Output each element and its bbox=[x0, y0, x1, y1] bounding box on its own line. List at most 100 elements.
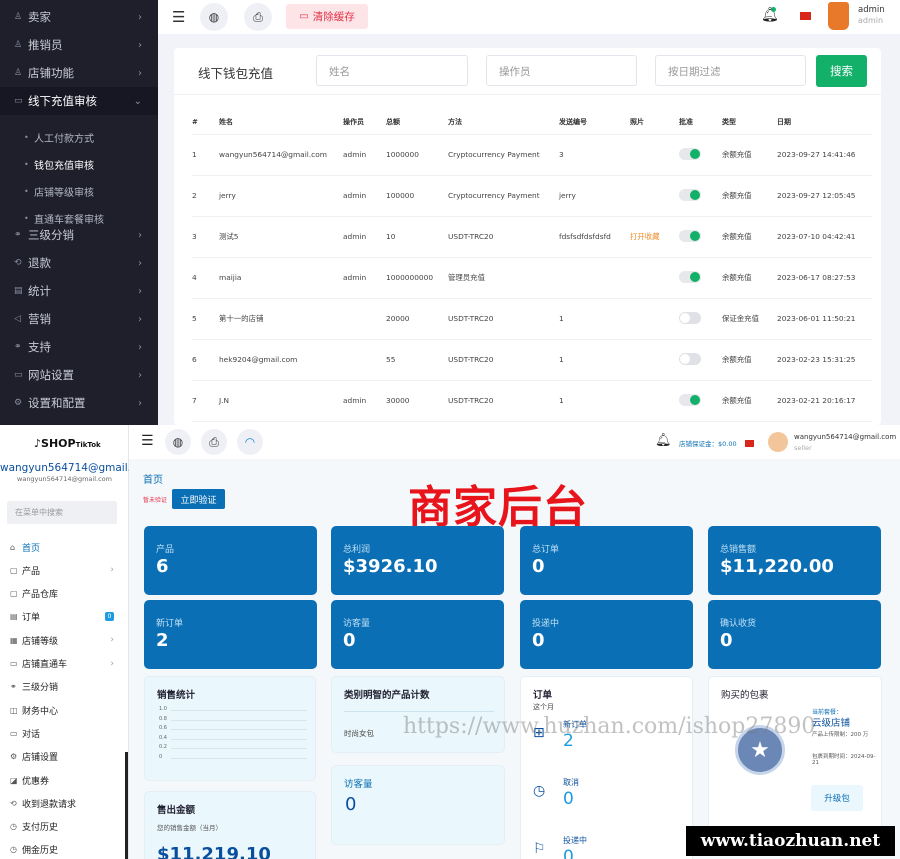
column-header: 日期 bbox=[777, 110, 872, 135]
globe-icon[interactable]: ◍ bbox=[200, 3, 228, 31]
approve-toggle[interactable] bbox=[679, 393, 701, 406]
orders-sub: 这个月 bbox=[533, 703, 554, 711]
printer-icon[interactable]: ⎙ bbox=[201, 429, 227, 455]
merchant-sidebar-item[interactable]: ▢ 产品 › bbox=[0, 559, 128, 581]
bell-icon[interactable]: 🔔︎ bbox=[655, 433, 672, 448]
approve-toggle[interactable] bbox=[679, 229, 701, 242]
printer-icon[interactable]: ⎙ bbox=[244, 3, 272, 31]
merchant-sidebar-item[interactable]: ▭ 店铺直通车 › bbox=[0, 653, 128, 675]
trash-icon: ▭ bbox=[299, 11, 309, 22]
admin-sidebar-item[interactable]: ⚭ 支持 › bbox=[0, 333, 158, 361]
cell-sid: 1 bbox=[559, 380, 630, 422]
cell-sid bbox=[559, 257, 630, 299]
history-icon: ◷ bbox=[10, 822, 17, 832]
breadcrumb[interactable]: 首页 bbox=[143, 471, 163, 486]
cell-type: 保证金充值 bbox=[722, 298, 777, 340]
merchant-panel-screenshot: ♪SHOPTikTok wangyun564714@gmail.c wangyu… bbox=[0, 425, 900, 859]
cell-photo[interactable]: 打开收藏 bbox=[630, 216, 679, 258]
merchant-sidebar-item[interactable]: ▦ 店铺等级 › bbox=[0, 629, 128, 651]
cell-method: Cryptocurrency Payment bbox=[448, 175, 559, 217]
merchant-sidebar-item[interactable]: ▤ 订单 0 bbox=[0, 606, 128, 628]
admin-subitem-label: 直通车套餐审核 bbox=[34, 214, 104, 226]
admin-avatar[interactable] bbox=[828, 2, 849, 30]
admin-sidebar-item[interactable]: ♙ 店铺功能 › bbox=[0, 59, 158, 87]
sidebar-scrollbar[interactable] bbox=[125, 752, 128, 859]
approve-toggle[interactable] bbox=[679, 147, 701, 160]
kpi-value: $3926.10 bbox=[343, 556, 438, 577]
cell-photo[interactable] bbox=[630, 298, 679, 340]
approve-toggle[interactable] bbox=[679, 270, 701, 283]
search-button[interactable]: 搜索 bbox=[816, 55, 867, 87]
merchant-avatar[interactable] bbox=[768, 432, 788, 452]
cell-photo[interactable] bbox=[630, 175, 679, 217]
admin-sidebar-label: 统计 bbox=[28, 284, 51, 298]
cell-sid: 3 bbox=[559, 134, 630, 176]
globe-icon[interactable]: ◍ bbox=[165, 429, 191, 455]
admin-sidebar-item[interactable]: ▤ 统计 › bbox=[0, 277, 158, 305]
date-filter-input[interactable]: 按日期过滤 bbox=[655, 55, 806, 86]
cell-photo[interactable] bbox=[630, 134, 679, 176]
approve-toggle[interactable] bbox=[679, 188, 701, 201]
cell-amt: 55 bbox=[386, 339, 448, 381]
chart-tick-label: 0.4 bbox=[159, 734, 167, 741]
admin-sidebar-subitem[interactable]: • 直通车套餐审核 bbox=[0, 205, 158, 231]
kpi-value: 2 bbox=[156, 630, 169, 651]
approve-toggle[interactable] bbox=[679, 352, 701, 365]
cell-on bbox=[679, 175, 722, 217]
cell-photo[interactable] bbox=[630, 380, 679, 422]
cell-amt: 20000 bbox=[386, 298, 448, 340]
hamburger-icon[interactable]: ☰ bbox=[141, 433, 154, 449]
cell-photo[interactable] bbox=[630, 257, 679, 299]
column-header: 总额 bbox=[386, 110, 448, 135]
column-header: 方法 bbox=[448, 110, 559, 135]
verify-now-button[interactable]: 立即验证 bbox=[172, 489, 225, 509]
merchant-sidebar-item[interactable]: ◪ 优惠券 bbox=[0, 769, 128, 791]
hamburger-icon[interactable]: ☰ bbox=[172, 8, 185, 26]
merchant-sidebar-label: 产品仓库 bbox=[22, 590, 59, 601]
admin-sidebar-item[interactable]: ▭ 线下充值审核 ⌄ bbox=[0, 87, 158, 115]
chevron-icon: › bbox=[138, 11, 142, 23]
bullet-icon: • bbox=[24, 132, 29, 142]
admin-sidebar-subitem[interactable]: • 店铺等级审核 bbox=[0, 178, 158, 204]
tiktok-icon: ♪ bbox=[34, 437, 42, 450]
merchant-sidebar-item[interactable]: ▭ 对话 bbox=[0, 722, 128, 744]
chevron-icon: › bbox=[138, 39, 142, 51]
cell-type: 余额充值 bbox=[722, 175, 777, 217]
admin-sidebar-item[interactable]: ⟲ 退款 › bbox=[0, 249, 158, 277]
operator-filter-input[interactable]: 操作员 bbox=[486, 55, 637, 86]
merchant-sidebar-item[interactable]: ⟲ 收到退款请求 bbox=[0, 792, 128, 814]
admin-sidebar-subitem[interactable]: • 钱包充值审核 bbox=[0, 151, 158, 177]
merchant-sidebar-item[interactable]: ⚭ 三级分销 bbox=[0, 676, 128, 698]
cell-photo[interactable] bbox=[630, 339, 679, 381]
admin-sidebar-item[interactable]: ◁ 营销 › bbox=[0, 305, 158, 333]
merchant-sidebar-item[interactable]: ◷ 支付历史 bbox=[0, 816, 128, 838]
admin-sidebar-item[interactable]: ▭ 网站设置 › bbox=[0, 361, 158, 389]
name-filter-input[interactable]: 姓名 bbox=[316, 55, 468, 86]
clear-cache-button[interactable]: ▭ 清除缓存 bbox=[286, 4, 368, 29]
admin-sidebar-item[interactable]: ⚙ 设置和配置 › bbox=[0, 389, 158, 417]
panel-title: 线下钱包充值 bbox=[198, 66, 274, 81]
headset-icon[interactable]: ◠ bbox=[237, 429, 263, 455]
flag-icon[interactable] bbox=[745, 440, 754, 447]
merchant-sidebar-item[interactable]: ⚙ 店铺设置 bbox=[0, 746, 128, 768]
upgrade-package-button[interactable]: 升级包 bbox=[811, 785, 863, 811]
flag-icon[interactable] bbox=[800, 12, 811, 20]
category-divider bbox=[344, 711, 494, 712]
chart-gridline bbox=[171, 710, 307, 711]
bell-icon[interactable]: 🔔︎ bbox=[761, 7, 779, 23]
gear-icon: ⚙ bbox=[14, 398, 23, 408]
table-row: 3 测试5 admin 10 USDT-TRC20 fdsfsdfdsfdsfd 打开收藏 余… bbox=[192, 216, 872, 258]
merchant-sidebar-item[interactable]: ◫ 财务中心 bbox=[0, 699, 128, 721]
admin-sidebar-item[interactable]: ♙ 推销员 › bbox=[0, 31, 158, 59]
kpi-value: 0 bbox=[343, 630, 356, 651]
merchant-sidebar-item[interactable]: ⌂ 首页 bbox=[0, 536, 128, 558]
kpi-label: 总销售额 bbox=[720, 545, 757, 555]
sold-amount-sub: 您的销售金额（当月） bbox=[157, 824, 222, 832]
merchant-sidebar-item[interactable]: ▢ 产品仓库 bbox=[0, 583, 128, 605]
admin-sidebar-item[interactable]: ♙ 卖家 › bbox=[0, 3, 158, 31]
menu-search-input[interactable]: 在菜单中搜索 bbox=[7, 501, 117, 524]
column-header: 姓名 bbox=[219, 110, 343, 135]
approve-toggle[interactable] bbox=[679, 311, 701, 324]
admin-sidebar-subitem[interactable]: • 人工付款方式 bbox=[0, 124, 158, 150]
merchant-sidebar-item[interactable]: ◷ 佣金历史 bbox=[0, 839, 128, 859]
